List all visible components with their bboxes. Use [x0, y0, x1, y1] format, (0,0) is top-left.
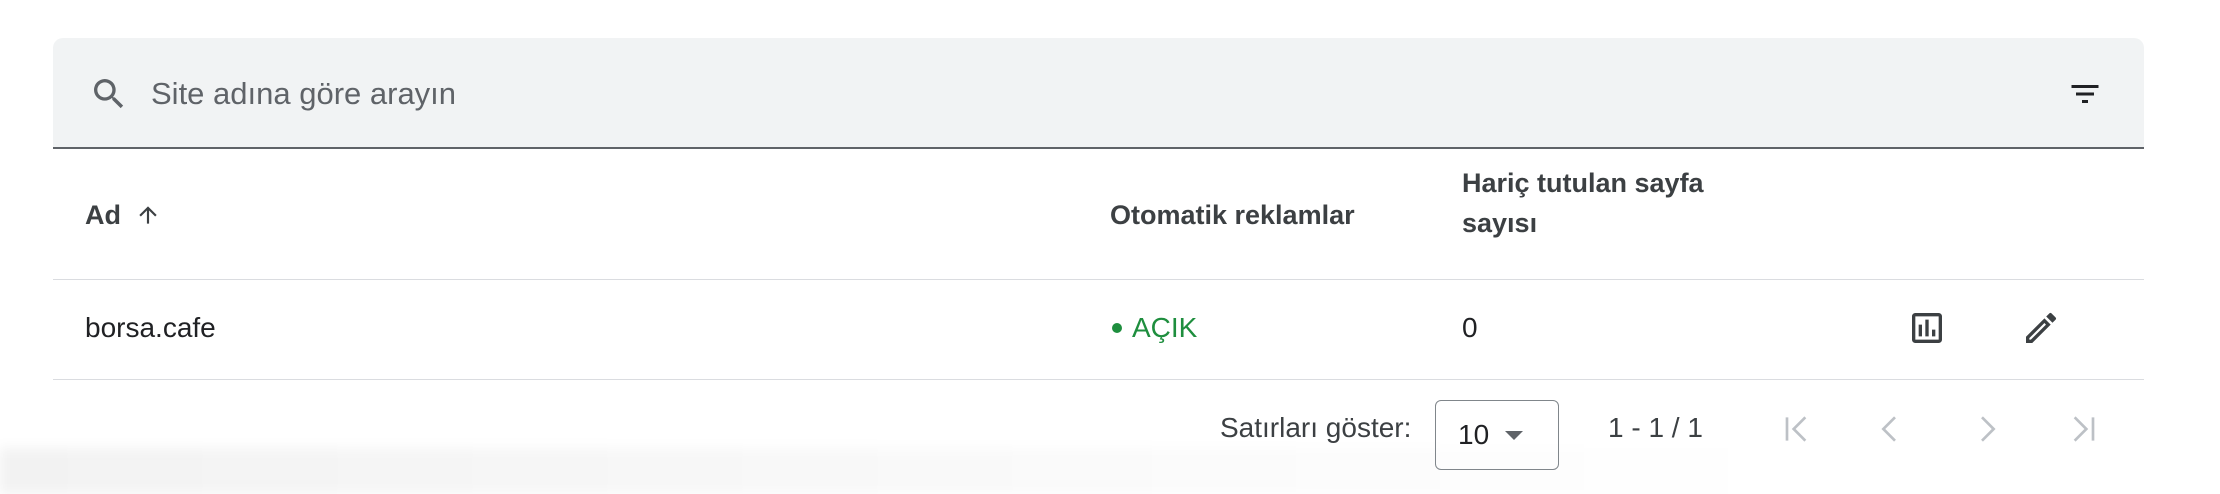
edit-button[interactable]	[2015, 302, 2067, 354]
pagination: Satırları göster: 10 1 - 1 / 1	[53, 380, 2144, 475]
first-page-icon	[1785, 416, 1807, 442]
last-page-icon	[2073, 416, 2095, 442]
search-icon	[94, 79, 124, 109]
column-header-name-label: Ad	[85, 200, 121, 230]
sites-table-panel: Ad Otomatik reklamlar Hariç tutulan sayf…	[53, 38, 2144, 475]
dropdown-caret-icon	[1505, 430, 1524, 440]
last-page-button[interactable]	[2058, 404, 2108, 454]
chevron-right-icon	[1981, 416, 1996, 442]
status-dot-icon	[1112, 323, 1122, 333]
edit-pencil-icon	[2026, 312, 2057, 343]
view-report-button[interactable]	[1901, 302, 1953, 354]
rows-per-page-label: Satırları göster:	[1220, 412, 1412, 443]
table-row: borsa.cafe AÇIK 0	[53, 280, 2144, 380]
search-input[interactable]	[149, 68, 1853, 120]
next-page-button[interactable]	[1962, 404, 2012, 454]
table-header: Ad Otomatik reklamlar Hariç tutulan sayf…	[53, 149, 2144, 280]
column-header-auto-ads: Otomatik reklamlar	[1110, 200, 1355, 230]
auto-ads-status: AÇIK	[1112, 308, 1197, 348]
chevron-left-icon	[1881, 416, 1896, 442]
filter-icon[interactable]	[2067, 76, 2103, 112]
first-page-button[interactable]	[1772, 404, 1822, 454]
auto-ads-status-label: AÇIK	[1132, 312, 1198, 343]
rows-per-page-select[interactable]: 10	[1435, 400, 1559, 470]
column-header-name[interactable]: Ad	[85, 195, 161, 235]
column-header-excluded-pages: Hariç tutulan sayfa sayısı	[1462, 168, 1704, 238]
bar-chart-icon	[1912, 313, 1942, 343]
search-bar	[53, 38, 2144, 149]
sort-arrow-up-icon[interactable]	[135, 202, 161, 228]
excluded-pages-count: 0	[1462, 312, 1478, 343]
previous-page-button[interactable]	[1865, 404, 1915, 454]
site-name: borsa.cafe	[85, 312, 216, 343]
page-range: 1 - 1 / 1	[1608, 412, 1703, 443]
rows-per-page-value: 10	[1458, 419, 1490, 450]
